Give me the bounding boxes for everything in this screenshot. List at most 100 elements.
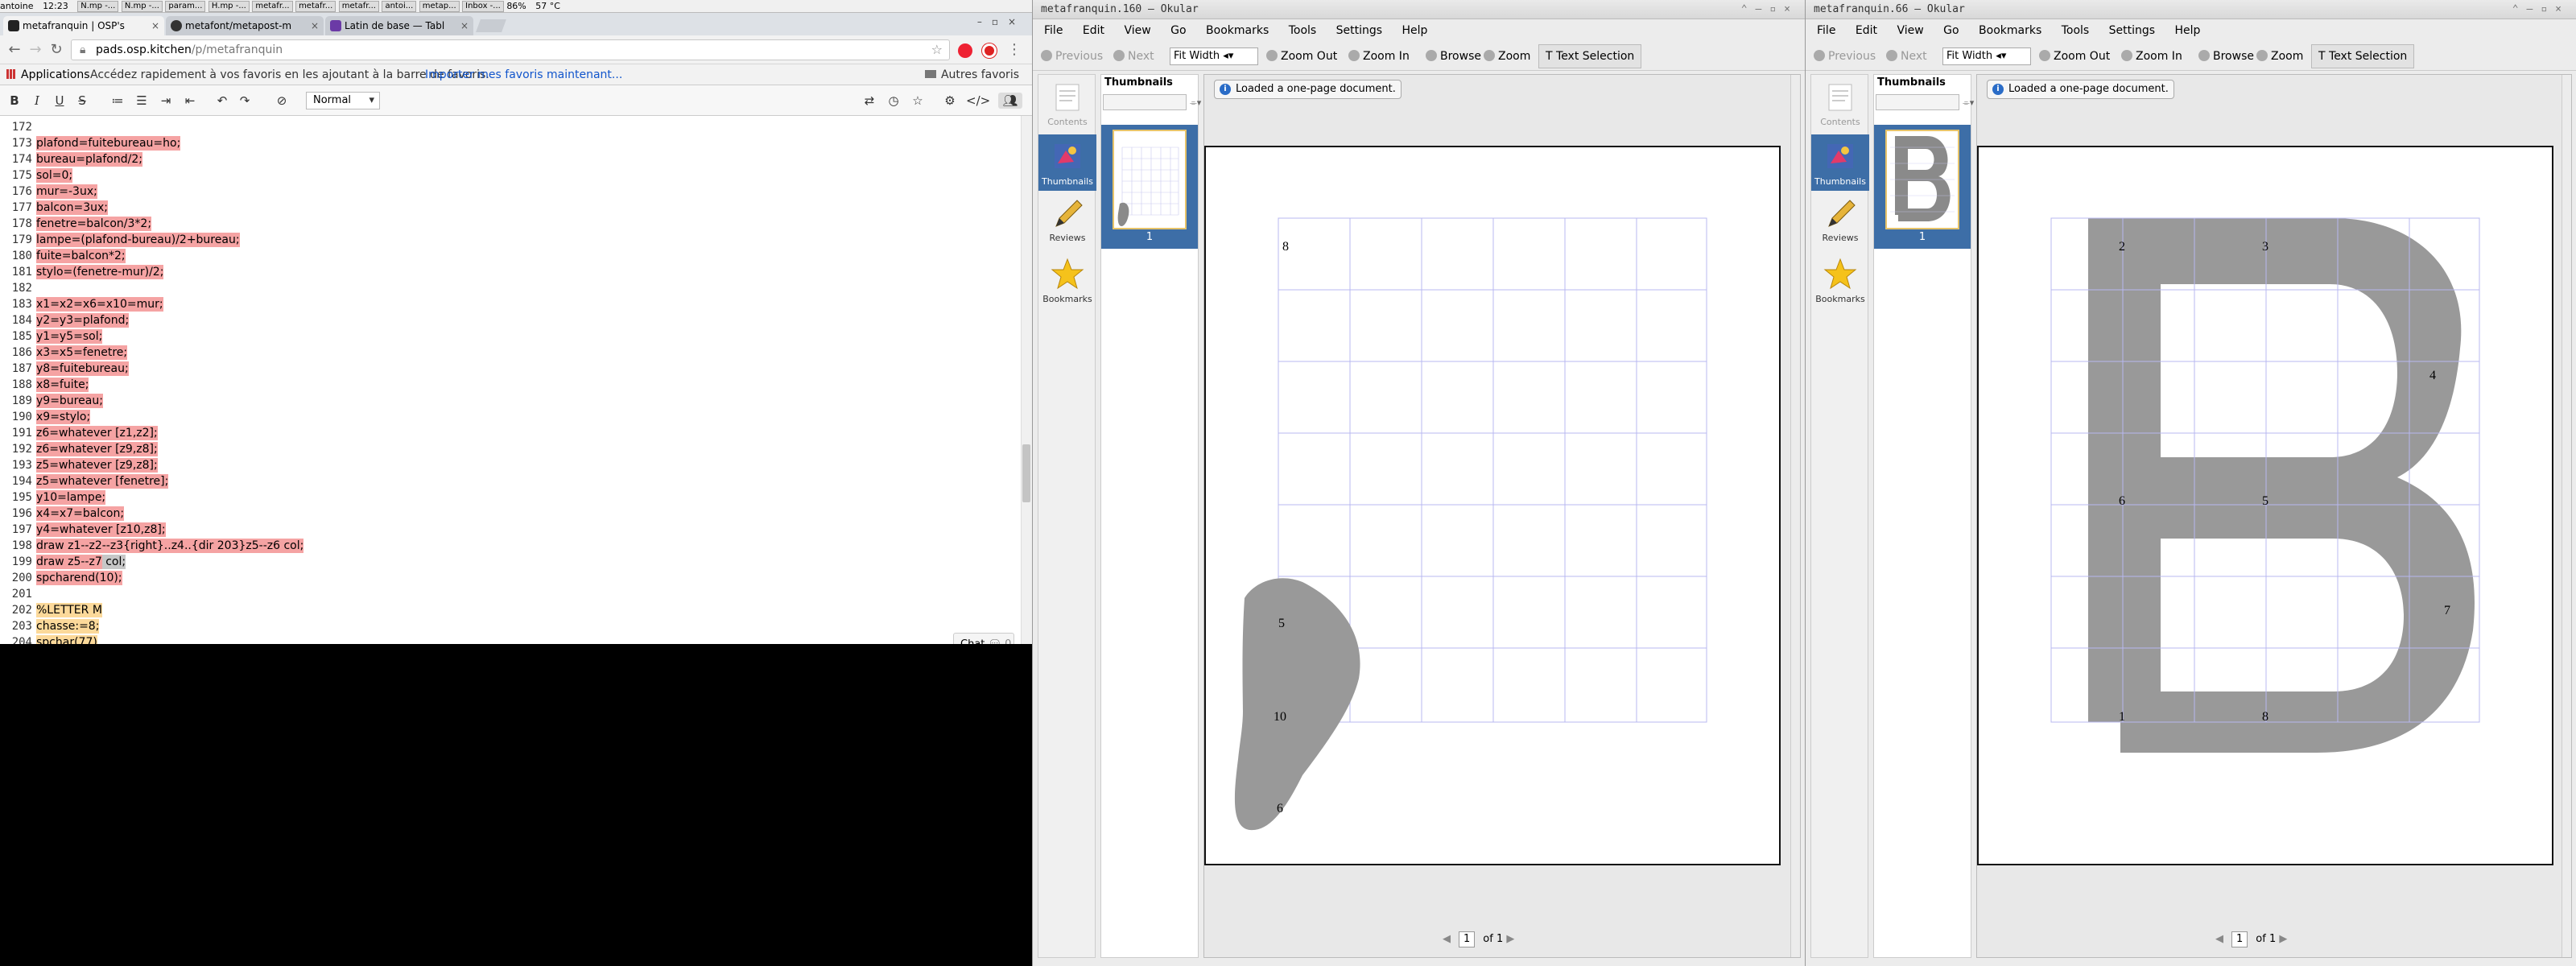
sidebar-item-reviews[interactable]: Reviews <box>1811 196 1869 252</box>
users-icon[interactable]: 👥︎ <box>998 93 1022 109</box>
taskbar-item[interactable]: metap... <box>419 1 460 12</box>
menu-go[interactable]: Go <box>1943 24 1959 37</box>
strikethrough-button[interactable]: S <box>74 93 90 109</box>
next-button[interactable]: Next <box>1886 42 1927 71</box>
code-line[interactable]: y1=y5=sol; <box>36 328 103 345</box>
browser-tab[interactable]: metafont/metapost-m × <box>166 16 324 35</box>
code-line[interactable]: y2=y3=plafond; <box>36 312 130 328</box>
import-export-icon[interactable]: ⇄ <box>861 93 877 109</box>
close-icon[interactable]: × <box>460 16 469 35</box>
page-thumbnail[interactable]: 1 <box>1101 125 1198 249</box>
taskbar-item[interactable]: H.mp -... <box>208 1 250 12</box>
new-tab-button[interactable] <box>476 19 506 32</box>
undo-icon[interactable]: ↶ <box>214 93 230 109</box>
previous-button[interactable]: Previous <box>1814 42 1876 71</box>
menu-go[interactable]: Go <box>1170 24 1186 37</box>
zoom-out-button[interactable]: Zoom Out <box>1266 42 1337 71</box>
underline-button[interactable]: U <box>52 93 68 109</box>
taskbar-item[interactable]: metafr... <box>295 1 336 12</box>
page-thumbnail[interactable]: 1 <box>1874 125 1971 249</box>
filter-options-icon[interactable]: ⌯▾ <box>1963 97 1974 109</box>
forward-arrow-icon[interactable]: → <box>27 42 43 58</box>
menu-view[interactable]: View <box>1124 24 1150 37</box>
code-line[interactable]: chasse:=8; <box>36 618 100 634</box>
url-bar[interactable]: 🔒︎ pads.osp.kitchen/p/metafranquin ☆ <box>71 39 950 60</box>
code-line[interactable]: x1=x2=x6=x10=mur; <box>36 296 163 312</box>
zoom-in-button[interactable]: Zoom In <box>2121 42 2182 71</box>
sidebar-item-contents[interactable]: Contents <box>1811 80 1869 131</box>
code-line[interactable]: draw z5--z7 col; <box>36 554 126 570</box>
text-selection-tool-button[interactable]: T Text Selection <box>1538 44 1642 68</box>
embed-code-icon[interactable]: </> <box>966 93 990 109</box>
taskbar-item[interactable]: N.mp -... <box>77 1 119 12</box>
editor-scrollbar-thumb[interactable] <box>1022 444 1030 502</box>
back-arrow-icon[interactable]: ← <box>6 42 23 58</box>
sidebar-item-bookmarks[interactable]: Bookmarks <box>1038 257 1096 313</box>
taskbar-item[interactable]: Inbox -... <box>462 1 504 12</box>
code-line[interactable]: y4=whatever [z10,z8]; <box>36 522 166 538</box>
document-scrollbar[interactable] <box>1790 75 1800 957</box>
code-line[interactable]: sol=0; <box>36 167 73 184</box>
browser-tab[interactable]: Latin de base — Tabl × <box>325 16 473 35</box>
zoom-tool-button[interactable]: Zoom <box>2256 42 2303 71</box>
zoom-mode-select[interactable]: Fit Width ◂▾ <box>1170 47 1258 65</box>
code-line[interactable]: %LETTER M <box>36 602 102 618</box>
zoom-tool-button[interactable]: Zoom <box>1484 42 1530 71</box>
previous-page-arrow-icon[interactable]: ◀ <box>1443 933 1451 945</box>
close-icon[interactable]: × <box>151 16 159 35</box>
filter-options-icon[interactable]: ⌯▾ <box>1190 97 1201 109</box>
import-bookmarks-link[interactable]: Importer mes favoris maintenant... <box>425 64 622 85</box>
next-button[interactable]: Next <box>1113 42 1154 71</box>
sidebar-item-thumbnails[interactable]: Thumbnails <box>1038 134 1096 191</box>
thumbnail-filter-input[interactable] <box>1103 94 1187 110</box>
page-info-icon[interactable]: 🔒︎ <box>80 40 85 60</box>
code-line[interactable]: z5=whatever [fenetre]; <box>36 473 169 489</box>
taskbar-item[interactable]: N.mp -... <box>121 1 163 12</box>
ordered-list-icon[interactable]: ≔ <box>109 93 126 109</box>
taskbar-item[interactable]: antoi... <box>382 1 417 12</box>
window-controls[interactable]: –▫× <box>977 16 1026 27</box>
taskbar-item[interactable]: param... <box>165 1 206 12</box>
clear-authorship-icon[interactable]: ⊘ <box>274 93 290 109</box>
next-page-arrow-icon[interactable]: ▶ <box>1506 933 1514 945</box>
code-line[interactable]: y9=bureau; <box>36 393 103 409</box>
apps-shortcut[interactable]: Applications <box>6 64 90 85</box>
menu-tools[interactable]: Tools <box>2062 24 2090 37</box>
page-number-input[interactable]: 1 <box>1459 931 1476 947</box>
menu-edit[interactable]: Edit <box>1856 24 1877 37</box>
bookmark-star-icon[interactable]: ☆ <box>931 40 943 60</box>
menu-help[interactable]: Help <box>1402 24 1428 37</box>
code-line[interactable]: fuite=balcon*2; <box>36 248 126 264</box>
document-view[interactable]: Loaded a one-page document. 8 5 10 6 ◀ 1… <box>1203 74 1801 958</box>
menu-dots-icon[interactable]: ⋮ <box>1006 42 1022 58</box>
other-bookmarks-folder[interactable]: Autres favoris <box>925 64 1019 85</box>
menu-bookmarks[interactable]: Bookmarks <box>1206 24 1269 37</box>
bold-button[interactable]: B <box>6 93 23 109</box>
code-line[interactable]: fenetre=balcon/3*2; <box>36 216 152 232</box>
zoom-in-button[interactable]: Zoom In <box>1348 42 1410 71</box>
code-line[interactable]: balcon=3ux; <box>36 200 109 216</box>
saved-revision-star-icon[interactable]: ☆ <box>910 93 926 109</box>
indent-icon[interactable]: ⇥ <box>158 93 174 109</box>
opera-extension-icon[interactable] <box>958 43 972 58</box>
code-line[interactable]: mur=-3ux; <box>36 184 97 200</box>
document-view[interactable]: Loaded a one-page document. 2 3 4 6 5 7 … <box>1976 74 2572 958</box>
paragraph-style-select[interactable]: Normal <box>306 92 380 109</box>
code-line[interactable]: draw z1--z2--z3{right}..z4..{dir 203}z5-… <box>36 538 304 554</box>
code-line[interactable]: x3=x5=fenetre; <box>36 345 128 361</box>
code-line[interactable]: z6=whatever [z1,z2]; <box>36 425 158 441</box>
code-line[interactable]: x9=stylo; <box>36 409 91 425</box>
code-line[interactable]: y8=fuitebureau; <box>36 361 129 377</box>
code-line[interactable]: bureau=plafond/2; <box>36 151 142 167</box>
outdent-icon[interactable]: ⇤ <box>182 93 198 109</box>
menu-view[interactable]: View <box>1897 24 1923 37</box>
menu-tools[interactable]: Tools <box>1289 24 1317 37</box>
code-line[interactable]: lampe=(plafond-bureau)/2+bureau; <box>36 232 240 248</box>
thumbnail-filter-input[interactable] <box>1876 94 1959 110</box>
document-scrollbar[interactable] <box>2562 75 2571 957</box>
sidebar-item-reviews[interactable]: Reviews <box>1038 196 1096 252</box>
next-page-arrow-icon[interactable]: ▶ <box>2279 933 2287 945</box>
sidebar-item-contents[interactable]: Contents <box>1038 80 1096 131</box>
menu-bookmarks[interactable]: Bookmarks <box>1979 24 2041 37</box>
close-icon[interactable]: × <box>311 16 319 35</box>
